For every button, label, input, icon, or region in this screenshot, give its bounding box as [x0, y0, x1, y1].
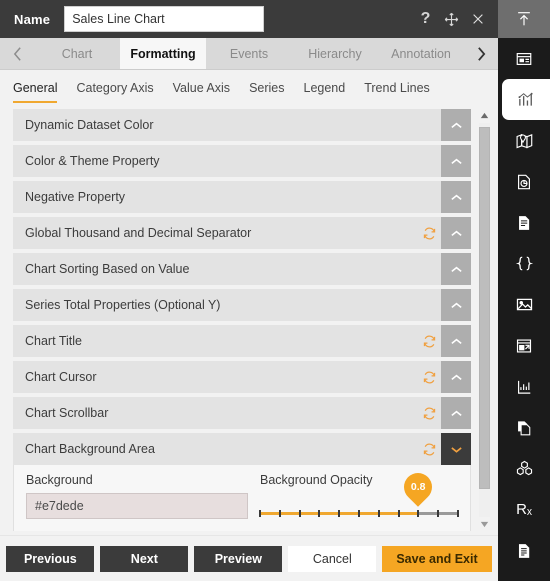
accordion-row-chart-background-area[interactable]: Chart Background Area [13, 433, 471, 465]
right-toolbar-rail: Rₓ [498, 0, 550, 581]
background-opacity-slider[interactable]: 0.8 [259, 467, 459, 530]
chart-name-input[interactable] [64, 6, 265, 32]
image-icon[interactable] [498, 284, 550, 325]
subtab-category-axis[interactable]: Category Axis [76, 81, 153, 103]
background-color-input[interactable] [26, 493, 248, 519]
accordion-row-color-theme-property[interactable]: Color & Theme Property [13, 145, 471, 177]
reset-refresh-icon[interactable] [417, 433, 441, 465]
chevron-up-icon[interactable] [441, 253, 471, 285]
prescription-glyph: Rₓ [516, 501, 532, 518]
tab-hierarchy[interactable]: Hierarchy [292, 38, 378, 69]
accordion-title: Chart Sorting Based on Value [25, 262, 190, 276]
copy-page-icon[interactable] [498, 407, 550, 448]
subtab-legend[interactable]: Legend [304, 81, 346, 103]
chart-background-area-panel: Background Background Opacity [13, 465, 471, 531]
chevron-up-icon[interactable] [441, 397, 471, 429]
slider-ticks [259, 510, 459, 517]
dialog-titlebar: Name ? [0, 0, 498, 38]
scrollbar-thumb[interactable] [479, 126, 490, 490]
subtab-value-axis[interactable]: Value Axis [173, 81, 230, 103]
slider-value: 0.8 [411, 481, 426, 494]
script-document-icon[interactable] [498, 530, 550, 571]
accordion-title: Chart Title [25, 334, 82, 348]
help-icon[interactable]: ? [417, 11, 434, 28]
reset-refresh-icon[interactable] [417, 325, 441, 357]
accordion-title: Chart Scrollbar [25, 406, 109, 420]
cubes-icon[interactable] [498, 448, 550, 489]
tab-chart[interactable]: Chart [34, 38, 120, 69]
background-opacity-field: Background Opacity 0.8 [259, 467, 459, 530]
reset-refresh-icon[interactable] [417, 397, 441, 429]
chevron-up-icon[interactable] [441, 361, 471, 393]
prescription-icon[interactable]: Rₓ [498, 489, 550, 530]
accordion-title: Negative Property [25, 190, 126, 204]
accordion-row-chart-sorting-based-on-value[interactable]: Chart Sorting Based on Value [13, 253, 471, 285]
primary-tabstrip: Chart Formatting Events Hierarchy Annota… [0, 38, 498, 70]
application-window: Name ? [0, 0, 550, 581]
tab-events[interactable]: Events [206, 38, 292, 69]
primary-tabs: Chart Formatting Events Hierarchy Annota… [34, 38, 464, 69]
subtab-general[interactable]: General [13, 81, 58, 103]
accordion-title: Series Total Properties (Optional Y) [25, 298, 221, 312]
chevron-up-icon[interactable] [441, 145, 471, 177]
scroll-up-arrow-icon[interactable] [477, 109, 492, 122]
close-icon[interactable] [469, 11, 486, 28]
dashboard-widget-icon[interactable] [498, 325, 550, 366]
accordion-list: Dynamic Dataset Color Color & Theme Prop… [13, 109, 472, 531]
move-icon[interactable] [443, 11, 460, 28]
accordion-title: Chart Background Area [25, 442, 155, 456]
accordion-row-global-thousand-decimal-separator[interactable]: Global Thousand and Decimal Separator [13, 217, 471, 249]
cancel-button[interactable]: Cancel [288, 545, 377, 572]
accordion-row-chart-cursor[interactable]: Chart Cursor [13, 361, 471, 393]
accordion-row-series-total-properties[interactable]: Series Total Properties (Optional Y) [13, 289, 471, 321]
accordion-row-chart-scrollbar[interactable]: Chart Scrollbar [13, 397, 471, 429]
tabstrip-prev-arrow[interactable] [0, 38, 34, 69]
accordion-title: Chart Cursor [25, 370, 97, 384]
tab-formatting[interactable]: Formatting [120, 38, 206, 69]
layout-panel-icon[interactable] [498, 38, 550, 79]
settings-content-area: Dynamic Dataset Color Color & Theme Prop… [0, 103, 498, 535]
map-icon[interactable] [498, 120, 550, 161]
reset-refresh-icon[interactable] [417, 217, 441, 249]
subtab-trend-lines[interactable]: Trend Lines [364, 81, 430, 103]
background-label: Background [26, 473, 93, 487]
formatting-subtabs: General Category Axis Value Axis Series … [0, 70, 498, 103]
next-button[interactable]: Next [100, 545, 189, 572]
chart-properties-dialog: Name ? [0, 0, 498, 581]
subtab-series[interactable]: Series [249, 81, 284, 103]
dialog-footer: Previous Next Preview Cancel Save and Ex… [0, 535, 498, 581]
tabstrip-next-arrow[interactable] [464, 38, 498, 69]
previous-button[interactable]: Previous [6, 545, 95, 572]
code-braces-icon[interactable] [498, 243, 550, 284]
document-icon[interactable] [498, 202, 550, 243]
chevron-up-icon[interactable] [441, 109, 471, 141]
scroll-down-arrow-icon[interactable] [477, 518, 492, 531]
line-chart-icon[interactable] [498, 366, 550, 407]
chevron-up-icon[interactable] [441, 289, 471, 321]
settings-scrollbar[interactable] [477, 109, 492, 531]
bar-chart-icon[interactable] [502, 79, 550, 120]
chevron-up-icon[interactable] [441, 217, 471, 249]
report-pie-icon[interactable] [498, 161, 550, 202]
preview-button[interactable]: Preview [194, 545, 283, 572]
accordion-title: Color & Theme Property [25, 154, 160, 168]
accordion-row-dynamic-dataset-color[interactable]: Dynamic Dataset Color [13, 109, 471, 141]
chevron-down-icon[interactable] [441, 433, 471, 465]
background-color-field: Background [26, 473, 248, 530]
collapse-up-icon[interactable] [498, 0, 550, 38]
accordion-title: Global Thousand and Decimal Separator [25, 226, 252, 240]
chevron-up-icon[interactable] [441, 181, 471, 213]
accordion-title: Dynamic Dataset Color [25, 118, 154, 132]
accordion-row-chart-title[interactable]: Chart Title [13, 325, 471, 357]
chevron-up-icon[interactable] [441, 325, 471, 357]
tab-annotation[interactable]: Annotation [378, 38, 464, 69]
titlebar-actions: ? [417, 11, 490, 28]
accordion-row-negative-property[interactable]: Negative Property [13, 181, 471, 213]
layers-icon[interactable] [498, 571, 550, 581]
reset-refresh-icon[interactable] [417, 361, 441, 393]
name-label: Name [14, 11, 51, 27]
save-and-exit-button[interactable]: Save and Exit [382, 545, 492, 572]
scrollbar-track[interactable] [479, 123, 490, 517]
